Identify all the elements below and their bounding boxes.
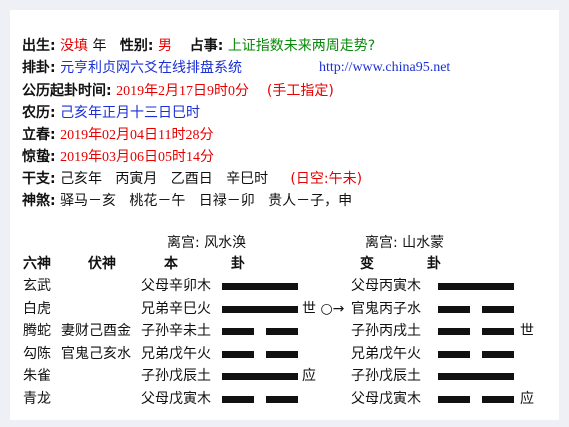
- divine-label: 占事:: [189, 38, 224, 54]
- col-ben: 本: [164, 256, 178, 272]
- jingzhe-line: 惊蛰: 2019年03月06日05时14分: [22, 146, 214, 168]
- ben-yao-label: 兄弟戊午火: [141, 346, 211, 362]
- birth-value: 没填: [60, 38, 89, 54]
- ben-yao-5-yin-segment: [266, 396, 298, 403]
- ben-yao-3-yin-segment: [222, 351, 254, 358]
- birth-label: 出生:: [22, 38, 56, 54]
- ben-yao-0-yang-line: [222, 283, 298, 290]
- ben-yao-label: 子孙辛未土: [141, 323, 211, 339]
- liushen-cell: 青龙: [23, 391, 51, 407]
- ben-yao-label: 子孙戊辰土: [141, 368, 211, 384]
- ben-yao-4-yang-line: [222, 373, 298, 380]
- shi-ying-mark: 世 ○→: [302, 301, 345, 317]
- lichun-line: 立春: 2019年02月04日11时28分: [22, 124, 214, 146]
- liushen-cell: 白虎: [23, 301, 51, 317]
- bian-yao-1-yin-segment: [438, 306, 470, 313]
- shensha-line: 神煞: 驿马－亥 桃花－午 日禄－卯 贵人－子，申: [22, 190, 352, 212]
- ben-yao-label: 父母戊寅木: [141, 391, 211, 407]
- liushen-cell: 勾陈: [23, 346, 51, 362]
- jingzhe-label: 惊蛰:: [22, 149, 56, 165]
- col-bian: 变: [360, 256, 374, 272]
- col-gua: 卦: [231, 256, 245, 272]
- col-gua2: 卦: [427, 256, 441, 272]
- gender-value: 男: [157, 38, 172, 54]
- paigua-url-link[interactable]: http://www.china95.net: [319, 57, 450, 79]
- shi-ying-mark: 应: [302, 368, 316, 384]
- paigua-label: 排卦:: [22, 60, 56, 76]
- bian-shi-ying-mark: 应: [520, 391, 534, 407]
- bian-shi-ying-mark: 世: [520, 323, 534, 339]
- year-label: 年: [92, 38, 107, 54]
- bian-yao-0-yang-line: [438, 283, 514, 290]
- bian-yao-label: 父母戊寅木: [351, 391, 421, 407]
- ben-yao-1-yang-line: [222, 306, 298, 313]
- bian-yao-4-yang-line: [438, 373, 514, 380]
- ben-yao-5-yin-segment: [222, 396, 254, 403]
- birth-line: 出生: 没填 年 性别: 男 占事: 上证指数未来两周走势?: [22, 35, 375, 57]
- nongli-line: 农历: 己亥年正月十三日巳时: [22, 102, 200, 124]
- ganzhi-label: 干支:: [22, 171, 56, 187]
- ganzhi-line: 干支: 己亥年 丙寅月 乙酉日 辛巳时 (日空:午未): [22, 168, 362, 190]
- bian-yao-label: 父母丙寅木: [351, 278, 421, 294]
- jingzhe-value: 2019年03月06日05时14分: [60, 150, 215, 165]
- ganzhi-value: 己亥年 丙寅月 乙酉日 辛巳时: [60, 171, 269, 187]
- bian-yao-label: 官鬼丙子水: [351, 301, 421, 317]
- ben-yao-label: 兄弟辛巳火: [141, 301, 211, 317]
- ben-gua-title: 离宫: 风水涣: [167, 235, 247, 251]
- col-liushen: 六神: [23, 256, 51, 272]
- shensha-value: 驿马－亥 桃花－午 日禄－卯 贵人－子，申: [60, 193, 353, 209]
- col-fushen: 伏神: [88, 256, 116, 272]
- bian-gua-title: 离宫: 山水蒙: [365, 235, 445, 251]
- bian-yao-label: 子孙戊辰土: [351, 368, 421, 384]
- kong-value: (日空:午未): [290, 171, 363, 187]
- liushen-cell: 朱雀: [23, 368, 51, 384]
- bian-yao-2-yin-segment: [438, 328, 470, 335]
- divine-value: 上证指数未来两周走势?: [227, 38, 376, 54]
- nongli-value: 己亥年正月十三日巳时: [60, 105, 201, 121]
- nongli-label: 农历:: [22, 105, 56, 121]
- ben-yao-label: 父母辛卯木: [141, 278, 211, 294]
- gongli-note: (手工指定): [266, 83, 334, 99]
- fushen-cell: 妻财己酉金: [61, 323, 131, 339]
- liushen-cell: 玄武: [23, 278, 51, 294]
- bian-yao-1-yin-segment: [482, 306, 514, 313]
- lichun-value: 2019年02月04日11时28分: [60, 128, 214, 143]
- lichun-label: 立春:: [22, 127, 56, 143]
- ben-yao-2-yin-segment: [266, 328, 298, 335]
- shensha-label: 神煞:: [22, 193, 56, 209]
- bian-yao-label: 子孙丙戌土: [351, 323, 421, 339]
- bian-yao-3-yin-segment: [438, 351, 470, 358]
- ben-yao-2-yin-segment: [222, 328, 254, 335]
- gongli-value: 2019年2月17日9时0分: [116, 84, 250, 99]
- bian-yao-label: 兄弟戊午火: [351, 346, 421, 362]
- gongli-label: 公历起卦时间:: [22, 83, 112, 99]
- fushen-cell: 官鬼己亥水: [61, 346, 131, 362]
- paigua-line: 排卦: 元亨利贞网六爻在线排盘系统: [22, 57, 242, 79]
- bian-yao-5-yin-segment: [482, 396, 514, 403]
- bian-yao-3-yin-segment: [482, 351, 514, 358]
- bian-yao-5-yin-segment: [438, 396, 470, 403]
- gongli-line: 公历起卦时间: 2019年2月17日9时0分 (手工指定): [22, 80, 334, 102]
- bian-yao-2-yin-segment: [482, 328, 514, 335]
- liushen-cell: 腾蛇: [23, 323, 51, 339]
- gender-label: 性别:: [119, 38, 154, 54]
- paigua-value: 元亨利贞网六爻在线排盘系统: [60, 60, 243, 76]
- ben-yao-3-yin-segment: [266, 351, 298, 358]
